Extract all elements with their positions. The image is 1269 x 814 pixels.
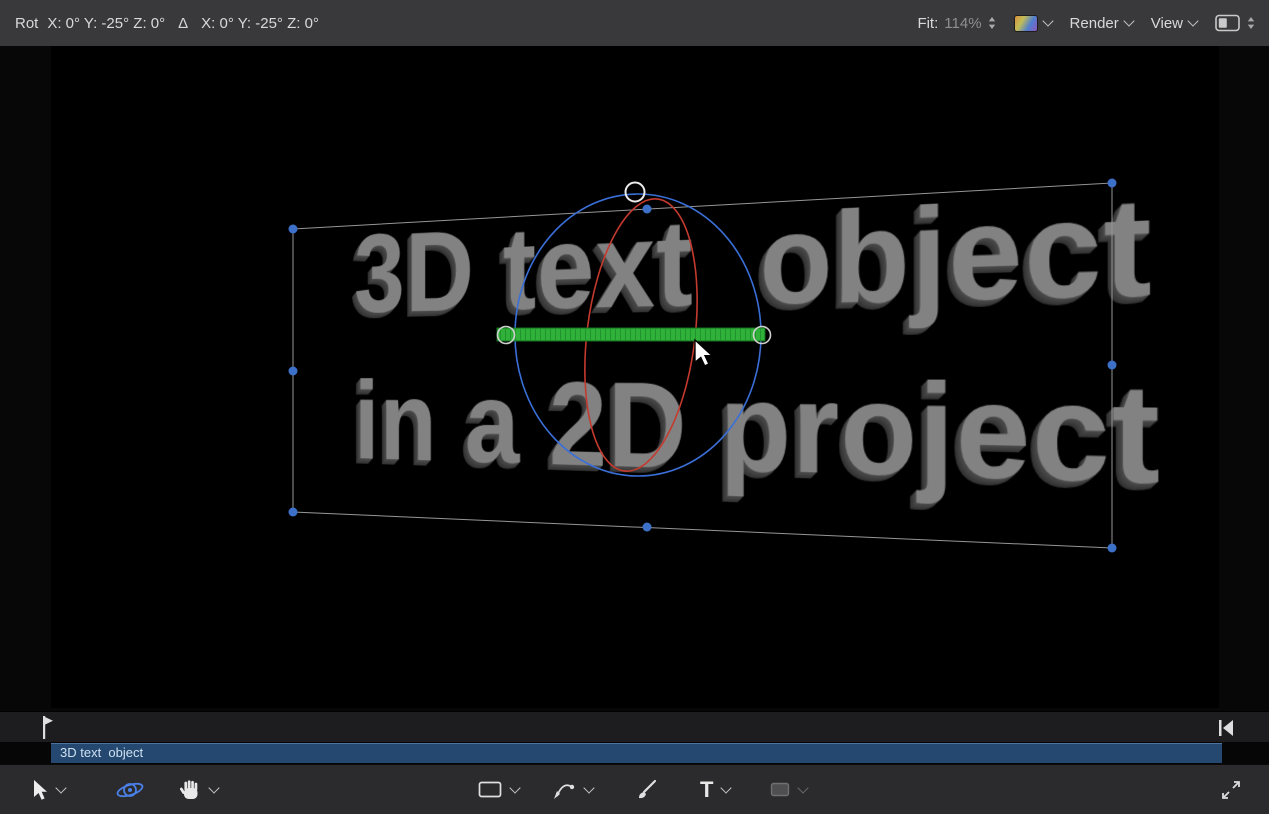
paint-stroke-tool[interactable]	[636, 765, 658, 814]
pin-marker-icon[interactable]	[36, 714, 54, 741]
arrow-cursor-icon	[32, 779, 48, 801]
timeline-end-marker-icon[interactable]	[1217, 717, 1235, 739]
mask-shape-tool[interactable]	[770, 765, 807, 814]
timeline-layer-label: 3D text object	[51, 743, 1222, 763]
color-swatch-icon	[1014, 15, 1038, 32]
view-layout-icon	[1215, 14, 1241, 32]
fit-label: Fit:	[917, 15, 938, 32]
render-menu-label: Render	[1070, 15, 1119, 32]
chevron-down-icon	[1042, 15, 1053, 26]
chevron-down-icon[interactable]	[721, 782, 732, 793]
timeline-layer-bar[interactable]: 3D text object	[51, 743, 1222, 763]
view-layout-control[interactable]	[1215, 14, 1255, 32]
fit-value: 114%	[944, 15, 981, 32]
expand-view-button[interactable]	[1221, 765, 1241, 814]
select-tool[interactable]	[32, 765, 65, 814]
expand-icon	[1221, 780, 1241, 800]
3d-orbit-icon	[115, 778, 145, 802]
canvas-status-bar: Rot X: 0° Y: -25° Z: 0° Δ X: 0° Y: -25° …	[0, 0, 1269, 46]
bezier-pen-icon	[552, 779, 576, 800]
rectangle-icon	[478, 781, 502, 798]
color-swatch-menu[interactable]	[1014, 15, 1052, 32]
3d-text-object[interactable]: 3D text object in a 2D project	[354, 176, 1162, 565]
view-menu[interactable]: View	[1151, 15, 1197, 32]
delta-values: X: 0° Y: -25° Z: 0°	[201, 15, 319, 32]
stepper-icon	[1247, 16, 1255, 30]
delta-symbol: Δ	[178, 15, 188, 32]
chevron-down-icon	[1123, 15, 1134, 26]
text-line-2: in a 2D project	[354, 364, 1162, 506]
view-menu-label: View	[1151, 15, 1183, 32]
timeline-layer-row: 3D text object	[0, 742, 1269, 764]
chevron-down-icon[interactable]	[55, 782, 66, 793]
timeline-mini[interactable]	[0, 711, 1269, 742]
rectangle-shape-tool[interactable]	[478, 765, 519, 814]
chevron-down-icon	[797, 782, 808, 793]
pan-tool[interactable]	[180, 765, 218, 814]
hand-icon	[180, 779, 201, 801]
chevron-down-icon[interactable]	[583, 782, 594, 793]
chevron-down-icon[interactable]	[208, 782, 219, 793]
render-menu[interactable]: Render	[1070, 15, 1133, 32]
stepper-icon[interactable]	[988, 16, 996, 30]
chevron-down-icon	[1187, 15, 1198, 26]
rot-values: X: 0° Y: -25° Z: 0°	[47, 15, 165, 32]
bezier-tool[interactable]	[552, 765, 593, 814]
paintbrush-icon	[636, 779, 658, 800]
rotation-hud: Rot X: 0° Y: -25° Z: 0° Δ X: 0° Y: -25° …	[0, 15, 319, 32]
mask-rectangle-icon	[770, 782, 790, 797]
canvas[interactable]: 3D text object in a 2D project	[0, 46, 1269, 711]
chevron-down-icon[interactable]	[509, 782, 520, 793]
3d-text-perspective: 3D text object in a 2D project	[272, 201, 1142, 541]
fit-control[interactable]: Fit: 114%	[917, 15, 995, 32]
3d-transform-tool[interactable]	[115, 765, 145, 814]
tool-bar: T	[0, 764, 1269, 814]
text-tool-glyph: T	[700, 779, 713, 801]
text-tool[interactable]: T	[700, 765, 730, 814]
rot-label: Rot	[15, 15, 38, 32]
